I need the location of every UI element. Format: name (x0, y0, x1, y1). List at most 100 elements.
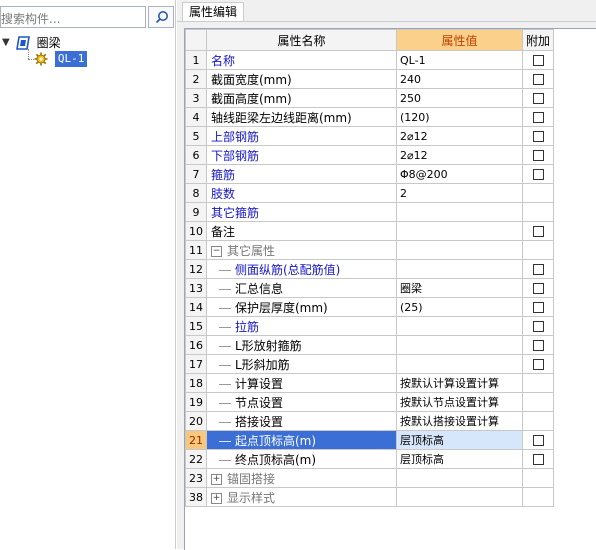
property-row[interactable]: 21 起点顶标高(m) 层顶标高 (185, 430, 554, 450)
search-button[interactable] (148, 6, 174, 28)
property-value-cell[interactable]: (120) (396, 107, 523, 127)
tab-property-edit[interactable]: 属性编辑 (182, 2, 245, 22)
property-row[interactable]: 4 轴线距梁左边线距离(mm) (120) (185, 107, 554, 127)
property-value-cell[interactable]: 2 (396, 183, 523, 203)
checkbox[interactable] (532, 150, 544, 161)
checkbox[interactable] (532, 435, 544, 446)
expand-icon[interactable]: + (211, 492, 222, 504)
property-name-cell[interactable]: 截面高度(mm) (206, 88, 397, 108)
tree-node-root[interactable]: ▼ 圈梁 (2, 35, 61, 51)
expand-icon[interactable]: + (211, 473, 222, 485)
property-row[interactable]: 1 名称 QL-1 (185, 50, 554, 70)
property-value-cell[interactable] (396, 354, 523, 374)
tree-node-ql1[interactable]: QL-1 (34, 51, 88, 67)
property-row[interactable]: 12 侧面纵筋(总配筋值) (185, 259, 554, 279)
property-value-cell[interactable]: Φ8@200 (396, 164, 523, 184)
property-row[interactable]: 11− 其它属性 (185, 240, 554, 260)
checkbox[interactable] (532, 340, 544, 351)
property-row[interactable]: 15 拉筋 (185, 316, 554, 336)
property-row[interactable]: 6 下部钢筋 2⌀12 (185, 145, 554, 165)
property-value-cell[interactable]: 圈梁 (396, 278, 523, 298)
checkbox[interactable] (532, 226, 544, 237)
property-name-cell[interactable]: 计算设置 (206, 373, 397, 393)
extra-column-header[interactable]: 附加 (522, 29, 554, 51)
checkbox[interactable] (532, 112, 544, 123)
property-row[interactable]: 5 上部钢筋 2⌀12 (185, 126, 554, 146)
property-row[interactable]: 9 其它箍筋 (185, 202, 554, 222)
checkbox[interactable] (532, 359, 544, 370)
property-row[interactable]: 17 L形斜加筋 (185, 354, 554, 374)
checkbox[interactable] (532, 283, 544, 294)
property-value-cell[interactable]: 层顶标高 (396, 449, 523, 469)
extra-cell[interactable] (522, 164, 554, 184)
property-name-cell[interactable]: 汇总信息 (206, 278, 397, 298)
property-name-cell[interactable]: 拉筋 (206, 316, 397, 336)
checkbox[interactable] (532, 169, 544, 180)
property-value-cell[interactable]: 按默认节点设置计算 (396, 392, 523, 412)
property-row[interactable]: 16 L形放射箍筋 (185, 335, 554, 355)
property-row[interactable]: 22 终点顶标高(m) 层顶标高 (185, 449, 554, 469)
property-row[interactable]: 13 汇总信息 圈梁 (185, 278, 554, 298)
property-name-cell[interactable]: 箍筋 (206, 164, 397, 184)
property-value-cell[interactable] (396, 335, 523, 355)
checkbox[interactable] (532, 264, 544, 275)
property-value-cell[interactable] (396, 202, 523, 222)
checkbox[interactable] (532, 302, 544, 313)
name-column-header[interactable]: 属性名称 (206, 29, 397, 51)
property-name-cell[interactable]: 上部钢筋 (206, 126, 397, 146)
property-name-cell[interactable]: 名称 (206, 50, 397, 70)
checkbox[interactable] (532, 454, 544, 465)
property-row[interactable]: 14 保护层厚度(mm) (25) (185, 297, 554, 317)
checkbox[interactable] (532, 321, 544, 332)
property-row[interactable]: 2 截面宽度(mm) 240 (185, 69, 554, 89)
extra-cell[interactable] (522, 69, 554, 89)
property-name-cell[interactable]: 肢数 (206, 183, 397, 203)
property-value-cell[interactable] (396, 221, 523, 241)
extra-cell[interactable] (522, 145, 554, 165)
checkbox[interactable] (532, 93, 544, 104)
property-row[interactable]: 10 备注 (185, 221, 554, 241)
property-name-cell[interactable]: 轴线距梁左边线距离(mm) (206, 107, 397, 127)
property-value-cell[interactable]: 按默认搭接设置计算 (396, 411, 523, 431)
extra-cell[interactable] (522, 50, 554, 70)
property-name-cell[interactable]: 搭接设置 (206, 411, 397, 431)
extra-cell[interactable] (522, 335, 554, 355)
property-name-cell[interactable]: L形放射箍筋 (206, 335, 397, 355)
extra-cell[interactable] (522, 278, 554, 298)
property-value-cell[interactable] (396, 468, 523, 488)
property-name-cell[interactable]: 备注 (206, 221, 397, 241)
property-row[interactable]: 3 截面高度(mm) 250 (185, 88, 554, 108)
extra-cell[interactable] (522, 297, 554, 317)
extra-cell[interactable] (522, 88, 554, 108)
extra-cell[interactable] (522, 430, 554, 450)
collapse-icon[interactable]: ▼ (2, 35, 12, 51)
extra-cell[interactable] (522, 107, 554, 127)
extra-cell[interactable] (522, 449, 554, 469)
property-value-cell[interactable]: 240 (396, 69, 523, 89)
property-name-cell[interactable]: 其它箍筋 (206, 202, 397, 222)
property-row[interactable]: 18 计算设置 按默认计算设置计算 (185, 373, 554, 393)
property-name-cell[interactable]: 侧面纵筋(总配筋值) (206, 259, 397, 279)
property-name-cell[interactable]: 保护层厚度(mm) (206, 297, 397, 317)
property-name-cell[interactable]: L形斜加筋 (206, 354, 397, 374)
property-value-cell[interactable] (396, 487, 523, 507)
property-value-cell[interactable]: 按默认计算设置计算 (396, 373, 523, 393)
property-value-cell[interactable] (396, 240, 523, 260)
property-name-cell[interactable]: 下部钢筋 (206, 145, 397, 165)
property-row[interactable]: 23 + 锚固搭接 (185, 468, 554, 488)
checkbox[interactable] (532, 55, 544, 66)
property-value-cell[interactable]: (25) (396, 297, 523, 317)
property-row[interactable]: 8 肢数 2 (185, 183, 554, 203)
value-column-header[interactable]: 属性值 (396, 29, 523, 51)
property-name-cell[interactable]: + 锚固搭接 (206, 468, 397, 488)
checkbox[interactable] (532, 131, 544, 142)
property-name-cell[interactable]: 起点顶标高(m) (206, 430, 397, 450)
extra-cell[interactable] (522, 316, 554, 336)
property-name-cell[interactable]: − 其它属性 (206, 240, 397, 260)
property-row[interactable]: 19 节点设置 按默认节点设置计算 (185, 392, 554, 412)
property-value-cell[interactable]: 2⌀12 (396, 145, 523, 165)
extra-cell[interactable] (522, 259, 554, 279)
property-row[interactable]: 38 + 显示样式 (185, 487, 554, 507)
collapse-icon[interactable]: − (211, 245, 222, 257)
search-input[interactable]: 搜索构件... (0, 6, 146, 28)
